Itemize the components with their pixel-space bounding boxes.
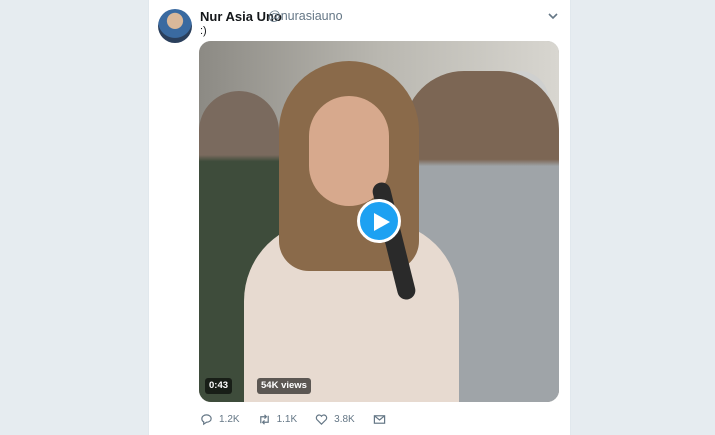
tweet-text: :) [200, 25, 207, 37]
reply-icon [201, 413, 212, 425]
like-count: 3.8K [334, 413, 355, 425]
tweet-actions: 1.2K 1.1K 3.8K [200, 410, 404, 428]
chevron-down-icon[interactable] [546, 9, 560, 23]
avatar[interactable] [158, 9, 192, 43]
video-player[interactable]: 0:43 54K views [199, 41, 559, 402]
message-icon [373, 414, 385, 424]
video-views: 54K views [257, 378, 311, 394]
message-button[interactable] [373, 413, 386, 426]
tweet-card: Nur Asia Uno @nurasiauno :) 0:43 54K vie… [148, 0, 571, 435]
author-handle[interactable]: @nurasiauno [268, 9, 343, 23]
like-icon [315, 413, 328, 425]
retweet-icon [259, 413, 269, 425]
video-duration: 0:43 [205, 378, 233, 394]
like-button[interactable]: 3.8K [315, 413, 355, 426]
reply-button[interactable]: 1.2K [200, 413, 240, 426]
reply-count: 1.2K [219, 413, 240, 425]
play-icon [374, 213, 390, 231]
retweet-button[interactable]: 1.1K [258, 413, 298, 426]
play-button[interactable] [357, 199, 401, 243]
retweet-count: 1.1K [276, 413, 298, 425]
